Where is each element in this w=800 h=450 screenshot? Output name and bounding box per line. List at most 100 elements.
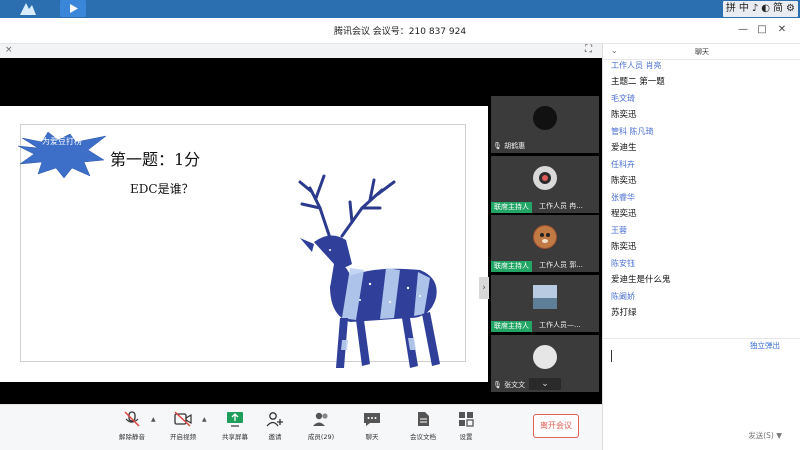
scroll-down-button[interactable]: ⌄ bbox=[529, 378, 561, 390]
participant-avatar bbox=[533, 345, 557, 369]
participant-tile[interactable]: 联席主持人 工作人员 冉... bbox=[491, 156, 599, 213]
participant-tile[interactable]: 联席主持人 工作人员 郭... bbox=[491, 215, 599, 272]
start-video-label: 开启视频 bbox=[170, 433, 196, 441]
chat-panel: ⌄ 聊天 工作人员 肖亮 主题二 第一题 毛文琦 陈奕迅 管科 陈凡琦 爱迪生 … bbox=[602, 44, 800, 450]
collapse-tiles-button[interactable]: › bbox=[479, 277, 489, 299]
chat-sender: 工作人员 肖亮 bbox=[611, 61, 662, 70]
meeting-toolbar: 解除静音 ▲ 开启视频 ▲ 共享屏幕 邀请 成员(29) 聊天 会议文档 设置 … bbox=[0, 404, 602, 450]
chat-label: 聊天 bbox=[365, 433, 379, 441]
share-top-bar: × ⛶ bbox=[0, 44, 602, 58]
settings-icon bbox=[459, 412, 474, 427]
chat-text: 程奕迅 bbox=[611, 209, 637, 219]
participant-name-text: 张文文 bbox=[504, 381, 526, 389]
chat-sender: 张睿华 bbox=[611, 193, 635, 202]
participant-name: 工作人员—... bbox=[539, 321, 581, 329]
chat-sender: 毛文琦 bbox=[611, 94, 635, 103]
members-button[interactable]: 成员(29) bbox=[299, 411, 343, 441]
chat-sender: 陈阚娇 bbox=[611, 292, 635, 301]
members-icon bbox=[313, 412, 328, 426]
co-host-button[interactable]: 联席主持人 bbox=[491, 321, 532, 332]
tray-item[interactable]: 简 bbox=[773, 2, 783, 16]
video-options-caret[interactable]: ▲ bbox=[202, 416, 207, 423]
video-app-icon[interactable] bbox=[60, 0, 86, 17]
unmute-label: 解除静音 bbox=[119, 433, 145, 441]
minimize-button[interactable]: — bbox=[737, 24, 749, 36]
tray-item[interactable]: ⚙ bbox=[786, 2, 795, 16]
close-button[interactable]: ✕ bbox=[776, 24, 788, 36]
video-off-icon bbox=[174, 411, 192, 427]
document-icon bbox=[418, 412, 429, 426]
settings-label: 设置 bbox=[459, 433, 473, 441]
co-host-button[interactable]: 联席主持人 bbox=[491, 202, 532, 213]
invite-button[interactable]: 邀请 bbox=[253, 411, 297, 441]
restore-button[interactable]: □ bbox=[756, 24, 768, 36]
chat-message: 陈安钰 爱迪生是什么鬼 bbox=[611, 256, 797, 289]
participant-tile[interactable]: 联席主持人 工作人员—... bbox=[491, 275, 599, 332]
slide-question: EDC是谁？ bbox=[130, 182, 194, 196]
participant-name-text: 胡鹤惠 bbox=[504, 142, 526, 150]
burst-label: 为爱豆打榜 bbox=[42, 137, 82, 146]
meeting-docs-label: 会议文档 bbox=[410, 433, 436, 441]
audio-options-caret[interactable]: ▲ bbox=[151, 416, 156, 423]
tray-item[interactable]: 中 bbox=[739, 2, 749, 16]
chat-text: 主题二 第一题 bbox=[611, 77, 665, 87]
invite-label: 邀请 bbox=[268, 433, 282, 441]
chat-button[interactable]: 聊天 bbox=[350, 411, 394, 441]
chat-text: 爱迪生是什么鬼 bbox=[611, 275, 671, 285]
participant-name: 🎙 胡鹤惠 bbox=[493, 141, 525, 151]
chat-sender: 管科 陈凡琦 bbox=[611, 127, 654, 136]
unmute-button[interactable]: 解除静音 bbox=[110, 411, 154, 441]
title-bar: 腾讯会议 会议号：210 837 924 — □ ✕ bbox=[0, 18, 800, 44]
pop-out-link[interactable]: 独立弹出 bbox=[750, 340, 780, 351]
send-button[interactable]: 发送(S) ▼ bbox=[748, 430, 782, 441]
chat-sender: 陈安钰 bbox=[611, 259, 635, 268]
participant-name: 🎙 张文文 bbox=[493, 380, 525, 390]
slide-title: 第一题：1分 bbox=[110, 150, 201, 169]
leave-meeting-button[interactable]: 离开会议 bbox=[533, 414, 579, 438]
mic-muted-icon: 🎙 bbox=[493, 381, 502, 389]
participant-name: 工作人员 冉... bbox=[539, 202, 583, 210]
share-screen-icon bbox=[227, 412, 243, 427]
chat-message: 王蓉 陈奕迅 bbox=[611, 223, 797, 256]
close-share-icon[interactable]: × bbox=[5, 45, 13, 55]
members-label: 成员(29) bbox=[307, 433, 335, 441]
chat-sender: 王蓉 bbox=[611, 226, 627, 235]
chat-message: 毛文琦 陈奕迅 bbox=[611, 91, 797, 124]
mic-muted-icon: 🎙 bbox=[493, 142, 502, 150]
chat-message: 陈阚娇 苏打绿 bbox=[611, 289, 797, 322]
muted-mic-icon bbox=[124, 411, 140, 427]
chat-text: 爱迪生 bbox=[611, 143, 637, 153]
chat-text: 陈奕迅 bbox=[611, 176, 637, 186]
participant-tile[interactable]: 🎙 胡鹤惠 bbox=[491, 96, 599, 153]
chat-text: 陈奕迅 bbox=[611, 242, 637, 252]
chat-title: 聊天 bbox=[695, 48, 709, 56]
chat-message-list: 工作人员 肖亮 主题二 第一题 毛文琦 陈奕迅 管科 陈凡琦 爱迪生 任科卉 陈… bbox=[611, 58, 797, 322]
deer-illustration bbox=[298, 174, 440, 368]
participant-avatar bbox=[533, 225, 557, 249]
meeting-docs-button[interactable]: 会议文档 bbox=[401, 411, 445, 441]
tray-item[interactable]: ◐ bbox=[761, 2, 770, 16]
co-host-button[interactable]: 联席主持人 bbox=[491, 261, 532, 272]
share-screen-button[interactable]: 共享屏幕 bbox=[213, 411, 257, 441]
chat-icon bbox=[364, 413, 380, 426]
tray-item[interactable]: 拼 bbox=[726, 2, 736, 16]
app-logo-icon[interactable] bbox=[18, 1, 38, 17]
chat-sender: 任科卉 bbox=[611, 160, 635, 169]
start-video-button[interactable]: 开启视频 bbox=[161, 411, 205, 441]
invite-icon bbox=[266, 412, 283, 427]
chat-text: 苏打绿 bbox=[611, 308, 637, 318]
os-taskbar: 拼 中 ♪ ◐ 简 ⚙ bbox=[0, 0, 800, 18]
tray-item[interactable]: ♪ bbox=[752, 2, 758, 16]
chat-input[interactable] bbox=[611, 350, 612, 362]
participant-avatar bbox=[533, 106, 557, 130]
settings-button[interactable]: 设置 bbox=[444, 411, 488, 441]
participant-name: 工作人员 郭... bbox=[539, 261, 583, 269]
participant-avatar bbox=[533, 285, 557, 309]
chat-message: 张睿华 程奕迅 bbox=[611, 190, 797, 223]
chat-message: 任科卉 陈奕迅 bbox=[611, 157, 797, 190]
participant-avatar bbox=[533, 166, 557, 190]
chat-text: 陈奕迅 bbox=[611, 110, 637, 120]
chat-divider bbox=[603, 338, 800, 339]
chat-message: 管科 陈凡琦 爱迪生 bbox=[611, 124, 797, 157]
fullscreen-icon[interactable]: ⛶ bbox=[585, 44, 592, 55]
